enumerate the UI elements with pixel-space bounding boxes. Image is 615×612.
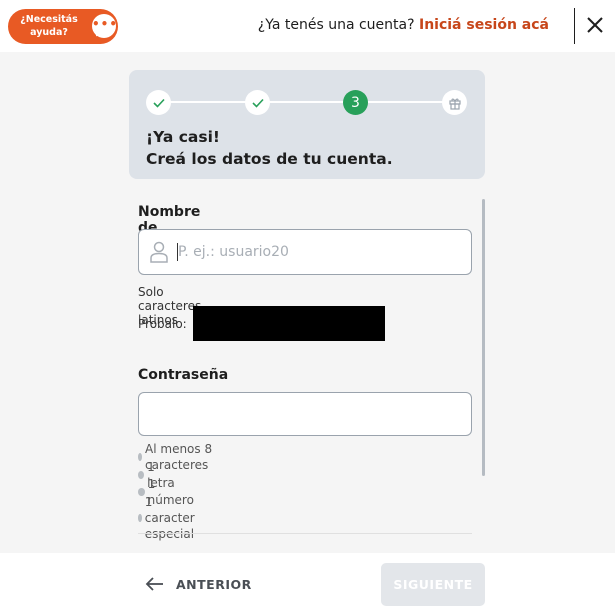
check-icon <box>251 98 264 108</box>
steps-title: ¡Ya casi! Creá los datos de tu cuenta. <box>146 126 393 170</box>
password-field[interactable] <box>138 392 472 436</box>
close-button[interactable] <box>583 13 607 37</box>
chat-bubble-icon: ••• <box>92 14 117 39</box>
back-button-label: ANTERIOR <box>176 576 252 592</box>
gift-icon <box>448 98 461 110</box>
arrow-left-icon <box>145 577 163 591</box>
requirement-dot-icon <box>138 514 142 522</box>
step-number: 3 <box>351 94 360 111</box>
step-2-done <box>245 90 270 115</box>
step-3-active: 3 <box>343 90 368 115</box>
help-button[interactable]: ¿Necesitás ayuda? ••• <box>8 9 118 44</box>
back-button[interactable]: ANTERIOR <box>145 575 252 593</box>
login-link[interactable]: Iniciá sesión acá <box>419 17 549 33</box>
login-prompt: ¿Ya tenés una cuenta? Iniciá sesión acá <box>258 17 549 33</box>
requirement-text: 1 caracter especial <box>144 495 195 541</box>
top-bar: ¿Necesitás ayuda? ••• ¿Ya tenés una cuen… <box>0 0 615 52</box>
user-icon <box>150 241 168 263</box>
suggestion-label: Probalo: <box>138 317 187 331</box>
check-icon <box>152 98 165 108</box>
username-field[interactable]: P. ej.: usuario20 <box>138 229 472 275</box>
header-divider <box>574 8 575 44</box>
progress-card: 3 ¡Ya casi! Creá los datos de tu cuenta. <box>129 70 485 179</box>
step-4-pending <box>442 90 467 115</box>
footer-bar: ANTERIOR SIGUIENTE <box>0 553 615 612</box>
help-button-label: ¿Necesitás ayuda? <box>20 14 78 38</box>
steps-title-line2: Creá los datos de tu cuenta. <box>146 150 393 168</box>
form-scrollbar[interactable] <box>482 199 485 476</box>
password-requirement: 1 caracter especial <box>138 494 199 542</box>
progress-line <box>159 101 454 103</box>
form-divider <box>138 533 472 534</box>
password-label: Contraseña <box>138 367 229 383</box>
suggested-username[interactable] <box>193 306 385 341</box>
username-placeholder: P. ej.: usuario20 <box>178 244 289 260</box>
close-icon <box>587 17 603 33</box>
login-prompt-text: ¿Ya tenés una cuenta? <box>257 17 415 33</box>
steps-title-line1: ¡Ya casi! <box>146 128 220 146</box>
next-button[interactable]: SIGUIENTE <box>381 563 485 606</box>
step-1-done <box>146 90 171 115</box>
